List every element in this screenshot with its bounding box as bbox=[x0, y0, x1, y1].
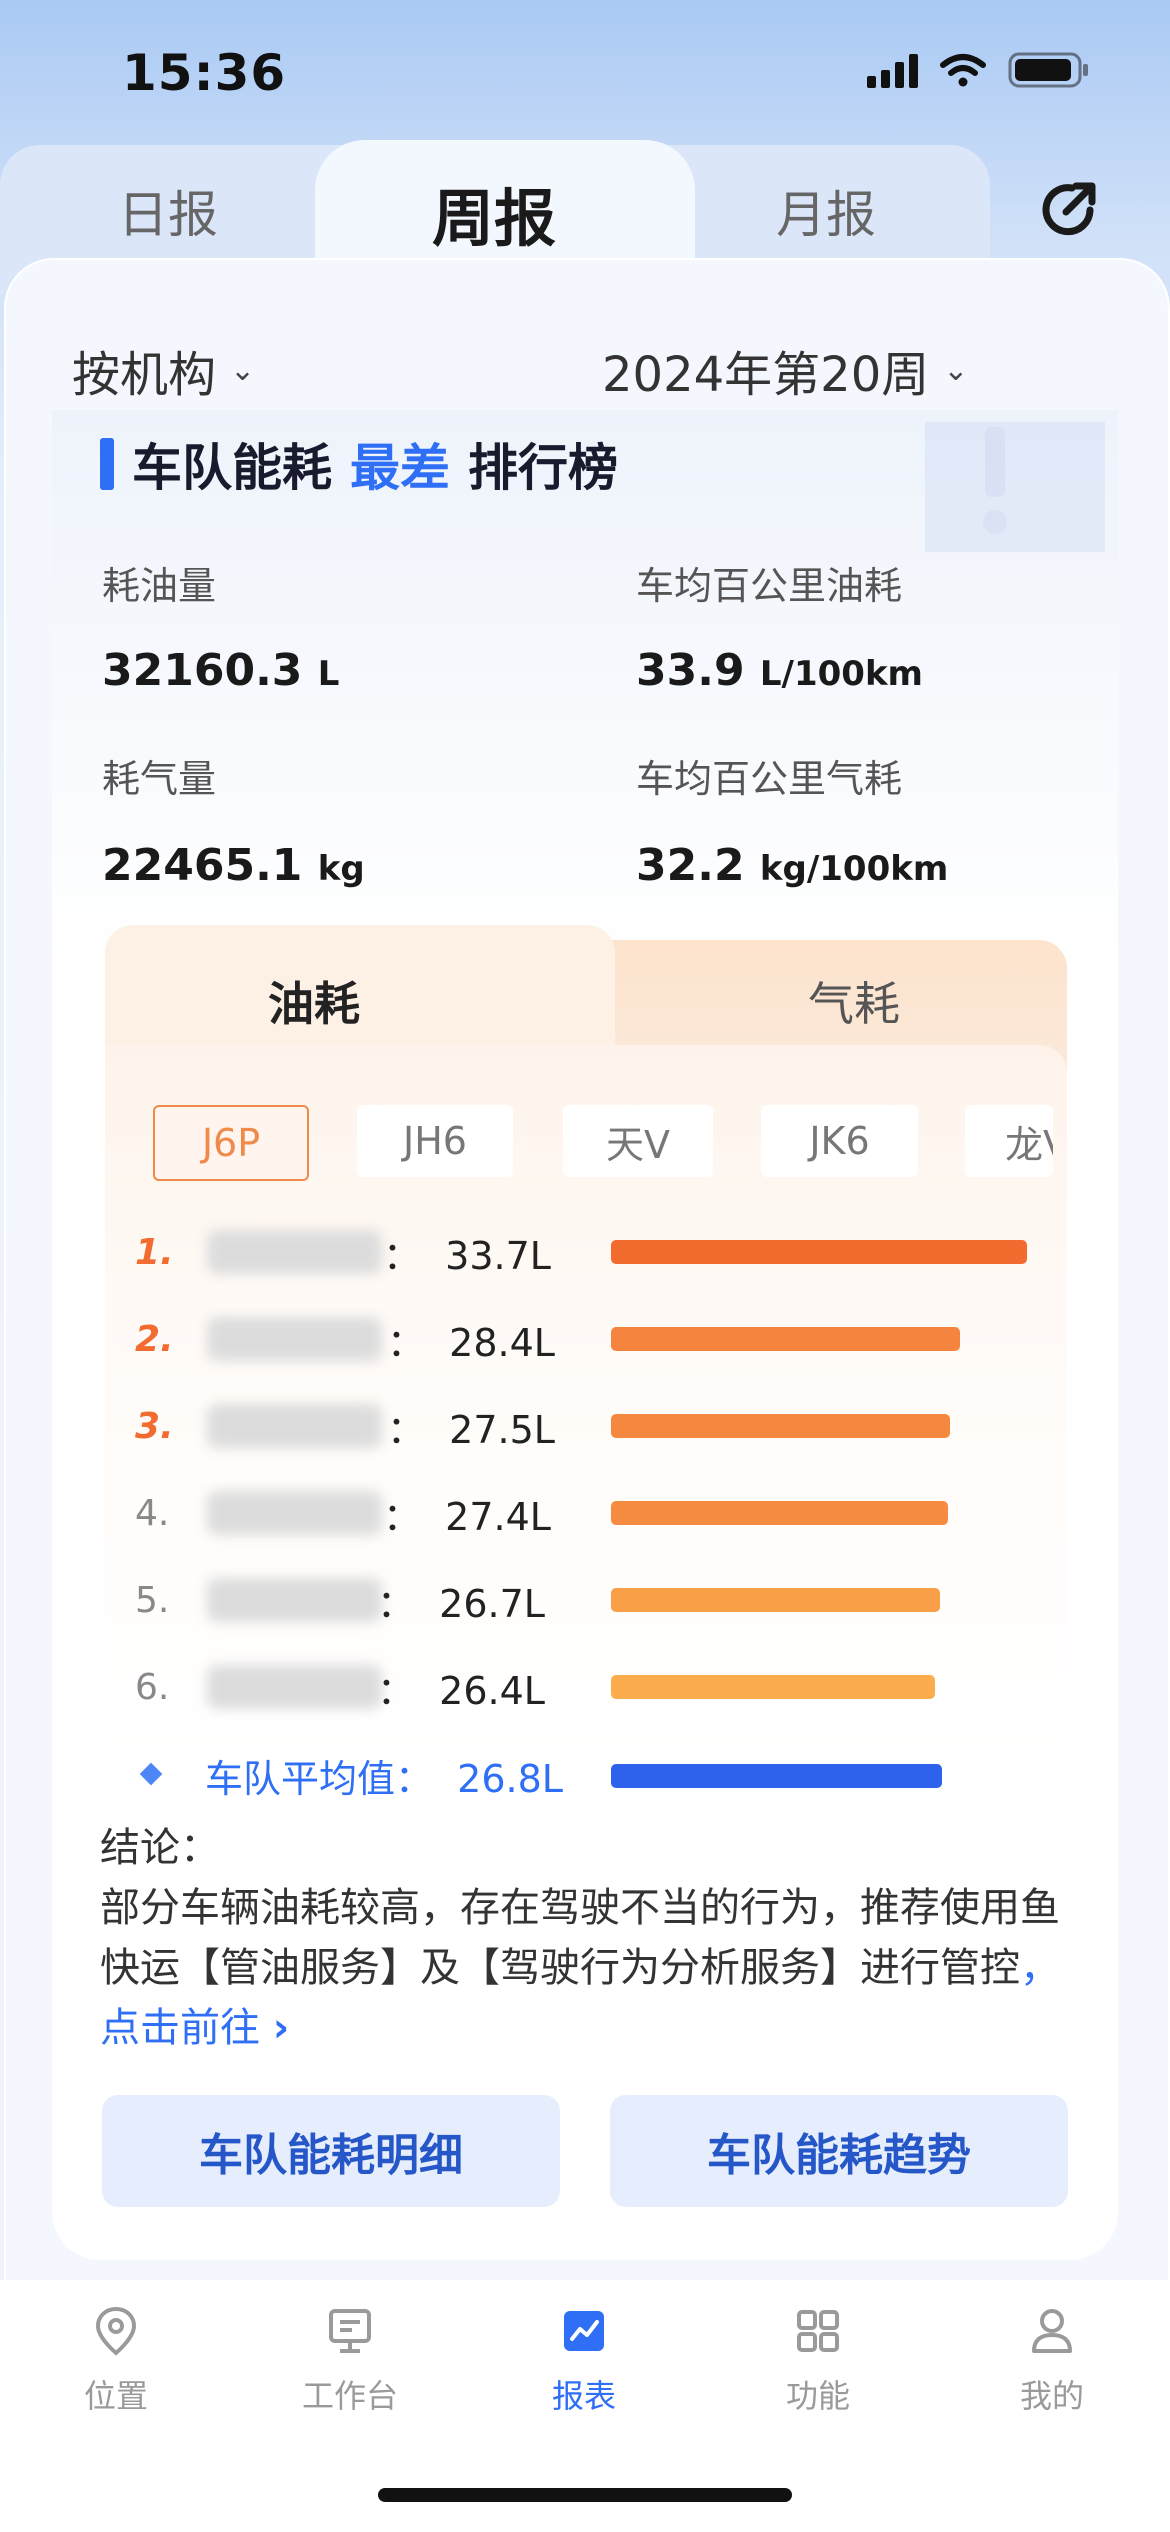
rank-number: 2. bbox=[135, 1318, 174, 1360]
rank-value: ： 28.4L bbox=[387, 1320, 555, 1365]
tab-weekly[interactable]: 周报 bbox=[432, 168, 556, 258]
model-chip-jk6[interactable]: JK6 bbox=[761, 1105, 918, 1177]
wifi-icon bbox=[940, 54, 986, 87]
rank-number: 6. bbox=[135, 1666, 170, 1708]
rank-number: 3. bbox=[135, 1405, 174, 1447]
section-title-post: 排行榜 bbox=[468, 439, 618, 497]
tab-monthly[interactable]: 月报 bbox=[776, 175, 876, 247]
home-indicator bbox=[378, 2488, 792, 2502]
stat-value-gas-per-100km: 32.2 kg/100km bbox=[636, 840, 949, 891]
location-pin-icon bbox=[95, 2306, 137, 2356]
rank-bar bbox=[611, 1675, 935, 1699]
rank-value: ： 26.4L bbox=[377, 1668, 545, 1713]
stat-label-fuel-per-100km: 车均百公里油耗 bbox=[636, 564, 903, 608]
rank-number: 5. bbox=[135, 1579, 170, 1621]
rank-bar bbox=[611, 1414, 950, 1438]
grid-apps-icon bbox=[797, 2310, 839, 2352]
chevron-down-icon: ⌄ bbox=[943, 352, 969, 388]
conclusion-heading: 结论： bbox=[100, 1825, 220, 1871]
fleet-average-bar bbox=[611, 1764, 942, 1788]
status-time: 15:36 bbox=[122, 44, 287, 102]
model-chip-tianv[interactable]: 天V bbox=[563, 1105, 713, 1177]
rank-value: ： 27.4L bbox=[383, 1494, 551, 1539]
model-chip-jh6[interactable]: JH6 bbox=[357, 1105, 513, 1177]
nav-mine[interactable]: 我的 bbox=[972, 2305, 1132, 2417]
rank-value: ： 27.5L bbox=[387, 1407, 555, 1452]
section-title-highlight: 最差 bbox=[350, 439, 450, 497]
tab-daily[interactable]: 日报 bbox=[118, 175, 218, 247]
blurred-plate bbox=[207, 1665, 382, 1709]
energy-trend-button[interactable]: 车队能耗趋势 bbox=[610, 2095, 1068, 2207]
nav-workbench[interactable]: 工作台 bbox=[270, 2305, 430, 2417]
stat-value-fuel: 32160.3 L bbox=[102, 645, 340, 696]
section-title: 车队能耗 最差 排行榜 bbox=[100, 428, 618, 500]
model-chip-j6p[interactable]: J6P bbox=[153, 1105, 309, 1181]
rank-bar bbox=[611, 1501, 948, 1525]
org-filter-label: 按机构 bbox=[72, 347, 217, 403]
rank-value: ： 33.7L bbox=[383, 1233, 551, 1278]
stat-label-fuel: 耗油量 bbox=[102, 564, 217, 608]
fleet-average-label: 车队平均值： 26.8L bbox=[205, 1757, 563, 1801]
org-filter-dropdown[interactable]: 按机构 ⌄ bbox=[72, 335, 255, 405]
rank-value: ： 26.7L bbox=[377, 1581, 545, 1626]
chevron-down-icon: ⌄ bbox=[230, 352, 256, 388]
status-icons bbox=[867, 52, 1090, 88]
rank-number: 1. bbox=[135, 1231, 174, 1273]
section-title-pre: 车队能耗 bbox=[132, 439, 332, 497]
cellular-signal-icon bbox=[867, 52, 918, 88]
period-filter-label: 2024年第20周 bbox=[602, 347, 930, 403]
rank-bar bbox=[611, 1327, 960, 1351]
energy-detail-button[interactable]: 车队能耗明细 bbox=[102, 2095, 560, 2207]
rank-number: 4. bbox=[135, 1492, 170, 1534]
blurred-plate bbox=[207, 1404, 382, 1448]
battery-icon bbox=[1008, 52, 1088, 88]
tab-oil[interactable]: 油耗 bbox=[268, 968, 360, 1034]
section-accent-bar bbox=[100, 438, 114, 490]
blurred-plate bbox=[207, 1491, 382, 1535]
conclusion-body: 部分车辆油耗较高，存在驾驶不当的行为，推荐使用鱼快运【管油服务】及【驾驶行为分析… bbox=[100, 1885, 1060, 2051]
user-icon bbox=[1032, 2309, 1072, 2353]
monitor-icon bbox=[329, 2309, 371, 2353]
tab-gas[interactable]: 气耗 bbox=[808, 968, 900, 1034]
stat-value-fuel-per-100km: 33.9 L/100km bbox=[636, 645, 923, 696]
conclusion: 结论： 部分车辆油耗较高，存在驾驶不当的行为，推荐使用鱼快运【管油服务】及【驾驶… bbox=[100, 1818, 1060, 2058]
blurred-plate bbox=[207, 1230, 382, 1274]
rank-bar bbox=[611, 1240, 1027, 1264]
chevron-right-icon: › bbox=[272, 2005, 290, 2051]
blurred-plate bbox=[207, 1578, 382, 1622]
blurred-plate bbox=[207, 1317, 382, 1361]
share-icon[interactable] bbox=[1038, 176, 1102, 240]
nav-location[interactable]: 位置 bbox=[36, 2305, 196, 2417]
model-chip-longv[interactable]: 龙V bbox=[965, 1105, 1053, 1177]
stat-value-gas: 22465.1 kg bbox=[102, 840, 365, 891]
stat-label-gas: 耗气量 bbox=[102, 757, 217, 801]
rank-bar bbox=[611, 1588, 940, 1612]
chart-report-icon bbox=[564, 2311, 604, 2351]
stat-label-gas-per-100km: 车均百公里气耗 bbox=[636, 757, 903, 801]
nav-functions[interactable]: 功能 bbox=[738, 2305, 898, 2417]
nav-report[interactable]: 报表 bbox=[504, 2305, 664, 2417]
warning-illustration-icon bbox=[925, 422, 1105, 552]
period-filter-dropdown[interactable]: 2024年第20周 ⌄ bbox=[602, 335, 968, 405]
